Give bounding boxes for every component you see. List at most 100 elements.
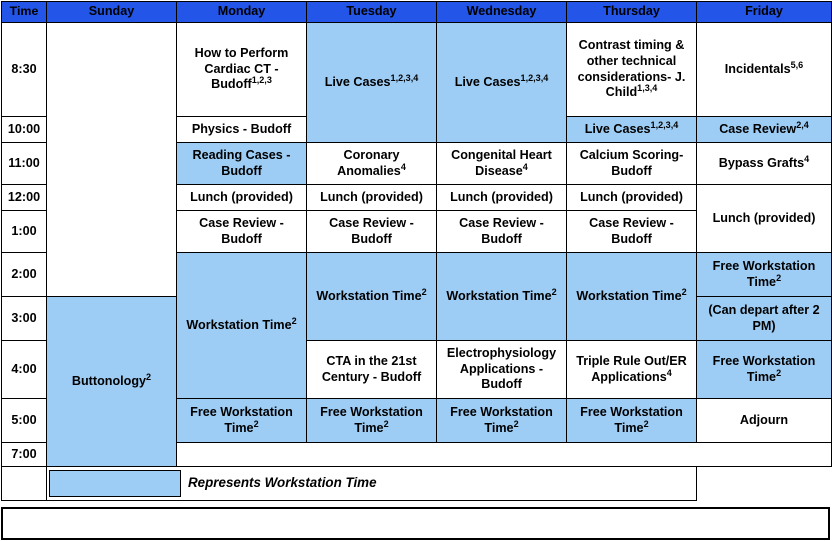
time-label-100: 1:00 — [1, 210, 47, 253]
cell-text: Lunch (provided) — [190, 189, 293, 204]
cell-wednesday-400: Electrophysiology Applications - Budoff — [436, 340, 567, 399]
header-time: Time — [1, 1, 47, 23]
cell-sup: 2 — [513, 418, 519, 429]
cell-text: Free Workstation Time — [580, 404, 683, 435]
cell-text: Lunch (provided) — [320, 189, 423, 204]
cell-text: Contrast timing & other technical consid… — [577, 38, 686, 100]
cell-text: (Can depart after 2 PM) — [708, 302, 820, 333]
cell-text: Coronary Anomalies — [337, 147, 401, 178]
cell-text: Bypass Grafts — [718, 155, 805, 170]
cell-text: Case Review - Budoff — [589, 215, 674, 246]
cell-wednesday-500: Free Workstation Time2 — [436, 398, 567, 443]
cell-text: Free Workstation Time — [712, 353, 816, 384]
time-label-700: 7:00 — [1, 442, 47, 467]
header-friday: Friday — [696, 1, 832, 23]
cell-tuesday-830: Live Cases1,2,3,4 — [306, 22, 437, 143]
cell-wednesday-workstation: Workstation Time2 — [436, 252, 567, 341]
cell-sup: 2 — [253, 418, 259, 429]
cell-friday-500: Adjourn — [696, 398, 832, 443]
schedule-table-container: Time Sunday Monday Tuesday Wednesday Thu… — [0, 1, 832, 541]
cell-wednesday-1200: Lunch (provided) — [436, 184, 567, 211]
cell-thursday-workstation: Workstation Time2 — [566, 252, 697, 341]
cell-thursday-400: Triple Rule Out/ER Applications4 — [566, 340, 697, 399]
cell-sup: 2 — [421, 286, 427, 297]
cell-thursday-1200: Lunch (provided) — [566, 184, 697, 211]
legend-right-border — [828, 507, 830, 538]
table-header: Time Sunday Monday Tuesday Wednesday Thu… — [1, 1, 832, 23]
cell-text: Physics - Budoff — [191, 121, 292, 136]
cell-friday-300: (Can depart after 2 PM) — [696, 296, 832, 341]
cell-friday-830: Incidentals5,6 — [696, 22, 832, 117]
cell-sup: 1,2,3,4 — [520, 72, 549, 83]
cell-sup: 1,2,3 — [251, 75, 272, 86]
schedule-table: Time Sunday Monday Tuesday Wednesday Thu… — [1, 1, 832, 501]
cell-monday-830: How to Perform Cardiac CT - Budoff1,2,3 — [176, 22, 307, 117]
cell-monday-1000: Physics - Budoff — [176, 116, 307, 143]
time-label-500: 5:00 — [1, 398, 47, 443]
legend-row: Represents Workstation Time — [1, 466, 832, 501]
cell-thursday-100: Case Review - Budoff — [566, 210, 697, 253]
cell-text: How to Perform Cardiac CT - Budoff — [194, 45, 289, 92]
cell-friday-lunch: Lunch (provided) — [696, 184, 832, 253]
cell-tuesday-workstation: Workstation Time2 — [306, 252, 437, 341]
header-row: Time Sunday Monday Tuesday Wednesday Thu… — [1, 1, 832, 23]
cell-sup: 4 — [400, 161, 406, 172]
cell-sup: 2 — [291, 315, 297, 326]
cell-text: Free Workstation Time — [712, 258, 816, 289]
cell-sup: 2 — [146, 371, 152, 382]
cell-text: Live Cases — [324, 74, 391, 89]
cell-text: Case Review - Budoff — [199, 215, 284, 246]
cell-sup: 1,3,4 — [637, 83, 658, 94]
cell-thursday-1000: Live Cases1,2,3,4 — [566, 116, 697, 143]
cell-text: Adjourn — [739, 412, 789, 427]
legend-label: Represents Workstation Time — [188, 475, 377, 491]
cell-text: Free Workstation Time — [320, 404, 423, 435]
cell-friday-200: Free Workstation Time2 — [696, 252, 832, 297]
cell-thursday-500: Free Workstation Time2 — [566, 398, 697, 443]
cell-sup: 2 — [383, 418, 389, 429]
legend-spacer — [1, 466, 47, 501]
cell-text: Lunch (provided) — [450, 189, 553, 204]
cell-text: Incidentals — [724, 61, 791, 76]
table-body: 8:30 How to Perform Cardiac CT - Budoff1… — [1, 22, 832, 501]
time-label-200: 2:00 — [1, 252, 47, 297]
cell-wednesday-100: Case Review - Budoff — [436, 210, 567, 253]
cell-sup: 2 — [551, 286, 557, 297]
cell-text: Live Cases — [584, 121, 651, 136]
cell-friday-1100: Bypass Grafts4 — [696, 142, 832, 185]
cell-thursday-1100: Calcium Scoring- Budoff — [566, 142, 697, 185]
cell-text: Lunch (provided) — [712, 210, 816, 225]
cell-monday-100: Case Review - Budoff — [176, 210, 307, 253]
cell-empty-evening — [176, 442, 832, 467]
cell-sup: 4 — [804, 153, 810, 164]
cell-text: Reading Cases - Budoff — [192, 147, 291, 178]
time-label-830: 8:30 — [1, 22, 47, 117]
cell-text: CTA in the 21st Century - Budoff — [321, 353, 422, 384]
header-wednesday: Wednesday — [436, 1, 567, 23]
cell-tuesday-400: CTA in the 21st Century - Budoff — [306, 340, 437, 399]
cell-sup: 4 — [522, 161, 528, 172]
cell-text: Congenital Heart Disease — [451, 147, 552, 178]
time-label-1100: 11:00 — [1, 142, 47, 185]
time-label-400: 4:00 — [1, 340, 47, 399]
header-monday: Monday — [176, 1, 307, 23]
cell-text: Workstation Time — [316, 288, 422, 303]
cell-monday-1200: Lunch (provided) — [176, 184, 307, 211]
cell-sup: 2 — [643, 418, 649, 429]
cell-sunday-morning — [46, 22, 177, 297]
cell-text: Workstation Time — [576, 288, 682, 303]
cell-text: Case Review — [719, 121, 797, 136]
cell-text: Free Workstation Time — [190, 404, 293, 435]
cell-tuesday-100: Case Review - Budoff — [306, 210, 437, 253]
time-label-1200: 12:00 — [1, 184, 47, 211]
header-thursday: Thursday — [566, 1, 697, 23]
legend-divider-line — [1, 507, 830, 509]
cell-wednesday-1100: Congenital Heart Disease4 — [436, 142, 567, 185]
cell-text: Lunch (provided) — [580, 189, 683, 204]
cell-text: Case Review - Budoff — [329, 215, 414, 246]
cell-friday-1000: Case Review2,4 — [696, 116, 832, 143]
cell-monday-1100: Reading Cases - Budoff — [176, 142, 307, 185]
time-label-300: 3:00 — [1, 296, 47, 341]
cell-sup: 1,2,3,4 — [390, 72, 419, 83]
cell-tuesday-1100: Coronary Anomalies4 — [306, 142, 437, 185]
